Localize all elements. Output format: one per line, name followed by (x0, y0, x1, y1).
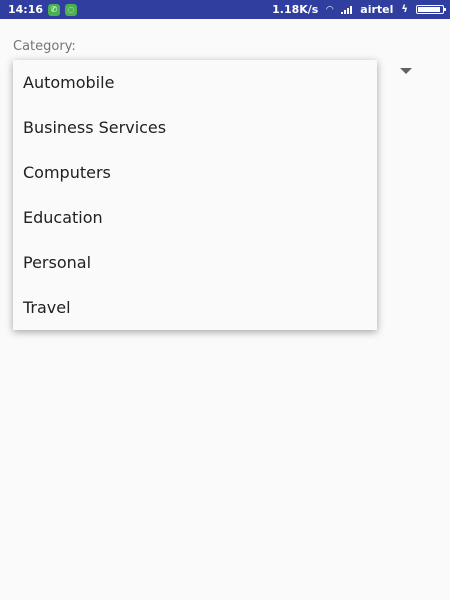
main-content: Category: Automobile Business Services C… (0, 19, 450, 600)
chat-icon: ◌ (65, 3, 78, 16)
category-dropdown-list: Automobile Business Services Computers E… (13, 60, 377, 330)
dropdown-option[interactable]: Computers (13, 150, 377, 195)
carrier-name: airtel (360, 3, 394, 16)
dropdown-arrow-icon[interactable] (400, 68, 412, 74)
status-bar: 14:16 ✆ ◌ 1.18K/s ◠ airtel ϟ (0, 0, 450, 19)
phone-icon: ✆ (48, 3, 61, 16)
category-label: Category: (13, 39, 76, 54)
clock: 14:16 (8, 3, 44, 16)
battery-icon (416, 5, 446, 14)
wifi-icon: ◠ (326, 4, 334, 15)
dropdown-option[interactable]: Education (13, 195, 377, 240)
dropdown-option[interactable]: Personal (13, 240, 377, 285)
dropdown-option[interactable]: Travel (13, 285, 377, 330)
network-speed: 1.18K/s (272, 3, 319, 16)
dropdown-option[interactable]: Business Services (13, 105, 377, 150)
battery-fill (418, 7, 440, 12)
dropdown-option[interactable]: Automobile (13, 60, 377, 105)
signal-icon (341, 5, 353, 14)
charging-icon: ϟ (401, 4, 408, 15)
